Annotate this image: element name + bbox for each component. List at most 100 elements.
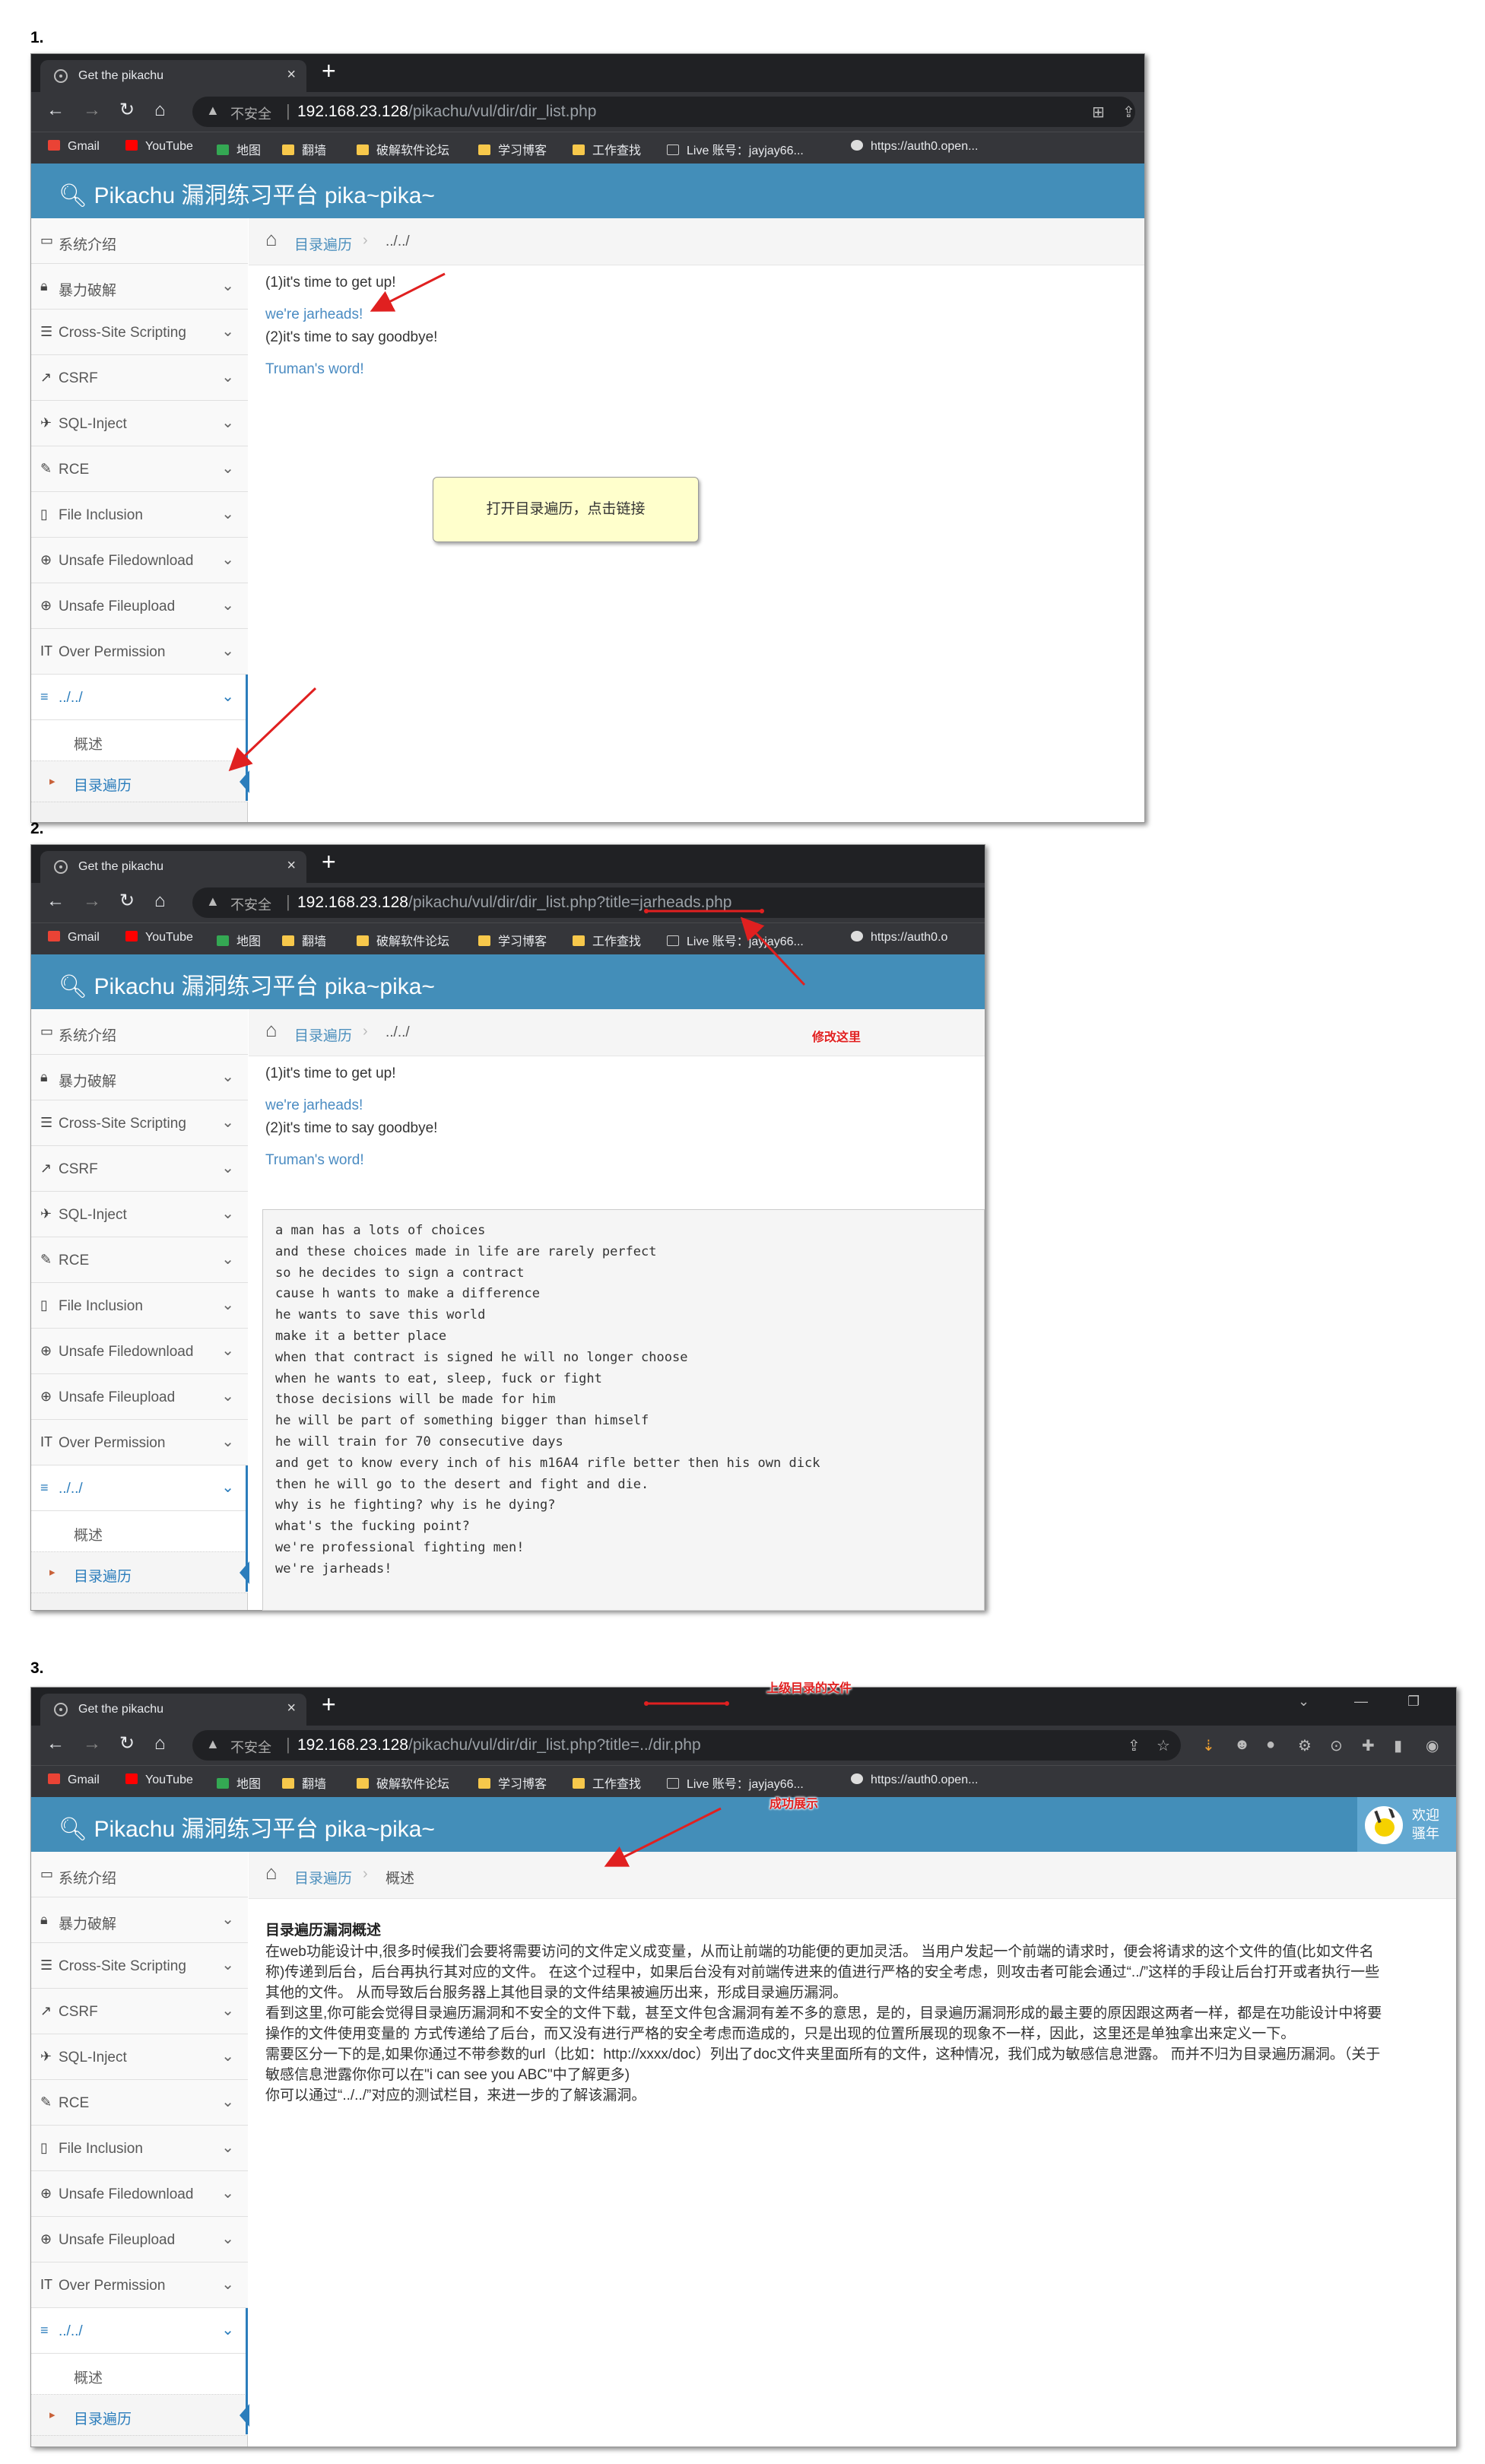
sidebar-item-xss[interactable]: ☰ Cross-Site Scripting ⌄ (31, 1943, 248, 1989)
browser-tab[interactable]: Get the pikachu × (40, 60, 306, 92)
bookmark-folder[interactable]: 工作查找 (573, 1773, 641, 1792)
omnibox[interactable]: ▲ 不安全 | 192.168.23.128/pikachu/vul/dir/d… (192, 887, 985, 918)
app-logo[interactable]: 🔍︎ Pikachu 漏洞练习平台 pika~pika~ (59, 176, 435, 210)
bookmark-folder[interactable]: 工作查找 (573, 931, 641, 949)
user-menu[interactable]: 欢迎 骚年 (1357, 1797, 1456, 1852)
forward-icon[interactable]: → (83, 101, 101, 119)
app-logo[interactable]: 🔍︎ Pikachu 漏洞练习平台 pika~pika~ (59, 967, 435, 1001)
jarheads-link[interactable]: we're jarheads! (265, 1097, 363, 1114)
bookmark-folder[interactable]: 破解软件论坛 (357, 931, 449, 949)
sidebar-item-filedownload[interactable]: ⊕ Unsafe Filedownload ⌄ (31, 2171, 248, 2217)
share-icon[interactable]: ⇪ (1122, 103, 1135, 122)
reload-icon[interactable]: ↻ (119, 892, 135, 910)
bookmark-folder[interactable]: 翻墙 (282, 140, 326, 158)
extension-icon[interactable]: ⇣ (1202, 1736, 1215, 1755)
browser-tab[interactable]: Get the pikachu × (40, 1694, 306, 1726)
bookmark-youtube[interactable]: YouTube (125, 931, 193, 945)
tab-search-icon[interactable]: ⌄ (1298, 1694, 1309, 1710)
sidebar-item-file-inclusion[interactable]: ▯ File Inclusion ⌄ (31, 492, 248, 538)
back-icon[interactable]: ← (46, 892, 65, 910)
sidebar-item-brute-force[interactable]: 🔒︎ 暴力破解 ⌄ (31, 1055, 248, 1100)
bookmark-youtube[interactable]: YouTube (125, 140, 193, 154)
home-icon[interactable]: ⌂ (265, 227, 278, 251)
back-icon[interactable]: ← (46, 1735, 65, 1753)
sidebar-subitem-overview[interactable]: 概述 (31, 1511, 248, 1552)
sidebar-item-dir-traversal[interactable]: ≡ ../../ ⌄ (31, 1465, 248, 1511)
bookmark-youtube[interactable]: YouTube (125, 1773, 193, 1787)
close-icon[interactable]: × (287, 857, 296, 875)
sidebar-item-file-inclusion[interactable]: ▯ File Inclusion ⌄ (31, 2126, 248, 2171)
share-icon[interactable]: ⇪ (1128, 1736, 1141, 1755)
sidebar-item-filedownload[interactable]: ⊕ Unsafe Filedownload ⌄ (31, 1329, 248, 1374)
bookmark-gmail[interactable]: Gmail (48, 140, 100, 154)
sidebar-subitem-dir-traversal[interactable]: ▸ 目录遍历 (31, 1552, 249, 1593)
sidebar-item-intro[interactable]: ▭ 系统介绍 (31, 1852, 248, 1897)
extension-icon[interactable]: ● (1266, 1736, 1275, 1754)
sidebar-item-file-inclusion[interactable]: ▯ File Inclusion ⌄ (31, 1283, 248, 1329)
sidebar-item-xss[interactable]: ☰ Cross-Site Scripting ⌄ (31, 310, 248, 355)
sidebar-item-fileupload[interactable]: ⊕ Unsafe Fileupload ⌄ (31, 1374, 248, 1420)
truman-link[interactable]: Truman's word! (265, 361, 364, 378)
sidebar-item-csrf[interactable]: ↗ CSRF ⌄ (31, 355, 248, 401)
sidebar-item-over-permission[interactable]: IT Over Permission ⌄ (31, 1420, 248, 1465)
sidebar-subitem-dir-traversal[interactable]: ▸ 目录遍历 (31, 761, 249, 802)
sidebar-subitem-overview[interactable]: 概述 (31, 2354, 248, 2395)
bookmark-auth0[interactable]: https://auth0.o (851, 931, 947, 945)
minimize-icon[interactable]: — (1354, 1694, 1368, 1710)
bookmark-maps[interactable]: 地图 (217, 140, 261, 158)
bookmark-maps[interactable]: 地图 (217, 931, 261, 949)
app-logo[interactable]: 🔍︎ Pikachu 漏洞练习平台 pika~pika~ (59, 1810, 435, 1843)
sidebar-item-over-permission[interactable]: IT Over Permission ⌄ (31, 629, 248, 675)
extension-icon[interactable]: ⚙ (1298, 1736, 1312, 1755)
sidebar-item-rce[interactable]: ✎ RCE ⌄ (31, 446, 248, 492)
bookmark-folder[interactable]: 破解软件论坛 (357, 1773, 449, 1792)
reload-icon[interactable]: ↻ (119, 1735, 135, 1753)
sidebar-subitem-overview[interactable]: 概述 (31, 720, 248, 761)
jarheads-link[interactable]: we're jarheads! (265, 306, 363, 323)
sidebar-item-intro[interactable]: ▭ 系统介绍 (31, 1009, 248, 1055)
sidebar-item-filedownload[interactable]: ⊕ Unsafe Filedownload ⌄ (31, 538, 248, 583)
browser-tab[interactable]: Get the pikachu × (40, 851, 306, 883)
sidebar-subitem-dir-traversal[interactable]: ▸ 目录遍历 (31, 2395, 249, 2436)
back-icon[interactable]: ← (46, 101, 65, 119)
bookmark-gmail[interactable]: Gmail (48, 1773, 100, 1787)
forward-icon[interactable]: → (83, 1735, 101, 1753)
bookmark-live[interactable]: Live 账号：jayjay66... (667, 1773, 804, 1792)
reload-icon[interactable]: ↻ (119, 101, 135, 119)
extension-icon[interactable]: ⊙ (1330, 1736, 1343, 1755)
sidebar-item-csrf[interactable]: ↗ CSRF ⌄ (31, 1989, 248, 2034)
profile-icon[interactable]: ◉ (1426, 1736, 1439, 1755)
sidepanel-icon[interactable]: ▮ (1394, 1736, 1402, 1755)
translate-icon[interactable]: ⊞ (1092, 103, 1105, 122)
bookmark-folder[interactable]: 学习博客 (478, 1773, 547, 1792)
extension-icon[interactable]: ☻ (1234, 1736, 1250, 1754)
bookmark-maps[interactable]: 地图 (217, 1773, 261, 1792)
home-icon[interactable]: ⌂ (154, 101, 166, 119)
bookmark-folder[interactable]: 破解软件论坛 (357, 140, 449, 158)
bookmark-auth0[interactable]: https://auth0.open... (851, 1773, 978, 1787)
omnibox[interactable]: ▲ 不安全 | 192.168.23.128/pikachu/vul/dir/d… (192, 97, 1135, 127)
sidebar-item-over-permission[interactable]: IT Over Permission ⌄ (31, 2262, 248, 2308)
bookmark-folder[interactable]: 学习博客 (478, 931, 547, 949)
puzzle-icon[interactable]: ✚ (1362, 1736, 1375, 1755)
home-icon[interactable]: ⌂ (154, 892, 166, 910)
bookmark-folder[interactable]: 翻墙 (282, 1773, 326, 1792)
new-tab-icon[interactable]: + (322, 848, 336, 876)
sidebar-item-rce[interactable]: ✎ RCE ⌄ (31, 2080, 248, 2126)
sidebar-item-sqli[interactable]: ✈ SQL-Inject ⌄ (31, 401, 248, 446)
sidebar-item-intro[interactable]: ▭ 系统介绍 (31, 218, 248, 264)
sidebar-item-dir-traversal[interactable]: ≡ ../../ ⌄ (31, 675, 248, 720)
sidebar-item-fileupload[interactable]: ⊕ Unsafe Fileupload ⌄ (31, 2217, 248, 2262)
bookmark-live[interactable]: Live 账号：jayjay66... (667, 140, 804, 158)
bookmark-gmail[interactable]: Gmail (48, 931, 100, 945)
breadcrumb-link[interactable]: 目录遍历 (294, 233, 352, 254)
sidebar-item-brute-force[interactable]: 🔒︎ 暴力破解 ⌄ (31, 264, 248, 310)
home-icon[interactable]: ⌂ (265, 1018, 278, 1042)
bookmark-auth0[interactable]: https://auth0.open... (851, 140, 978, 154)
breadcrumb-link[interactable]: 目录遍历 (294, 1867, 352, 1888)
sidebar-item-csrf[interactable]: ↗ CSRF ⌄ (31, 1146, 248, 1192)
sidebar-item-sqli[interactable]: ✈ SQL-Inject ⌄ (31, 2034, 248, 2080)
omnibox[interactable]: ▲ 不安全 | 192.168.23.128/pikachu/vul/dir/d… (192, 1730, 1181, 1761)
sidebar-item-rce[interactable]: ✎ RCE ⌄ (31, 1237, 248, 1283)
new-tab-icon[interactable]: + (322, 57, 336, 85)
